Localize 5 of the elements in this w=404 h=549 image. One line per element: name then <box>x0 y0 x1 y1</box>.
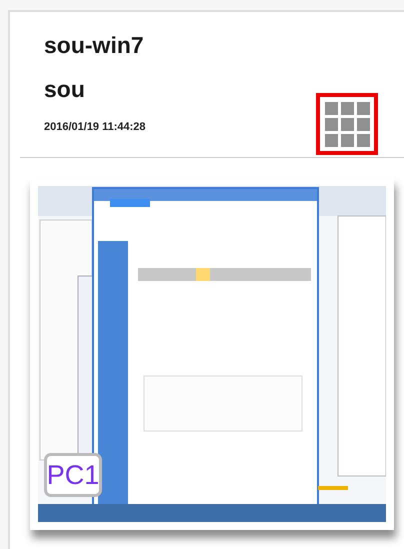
screenshot-thumbnail[interactable]: PC1 <box>30 178 394 530</box>
pc-label: PC1 <box>44 453 102 497</box>
timestamp: 2016/01/19 11:44:28 <box>44 121 146 133</box>
machine-name: sou-win7 <box>44 32 145 59</box>
user-name: sou <box>44 76 86 103</box>
